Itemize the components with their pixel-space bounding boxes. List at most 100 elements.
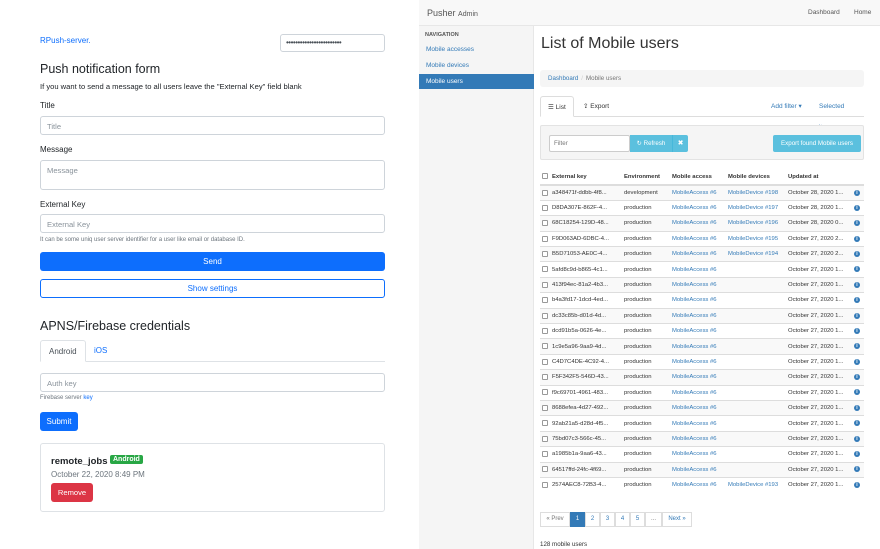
refresh-button[interactable]: ↻ Refresh bbox=[630, 135, 672, 152]
info-icon[interactable]: i bbox=[854, 404, 860, 411]
info-icon[interactable]: i bbox=[854, 235, 860, 242]
info-icon[interactable]: i bbox=[854, 281, 860, 288]
table-row[interactable]: F5F342F5-546D-43... production MobileAcces… bbox=[540, 369, 864, 386]
mobile-access-link[interactable]: MobileAccess #6 bbox=[670, 323, 726, 339]
info-icon[interactable]: i bbox=[854, 220, 860, 227]
nav-dashboard[interactable]: Dashboard bbox=[808, 9, 840, 16]
row-checkbox[interactable] bbox=[542, 343, 548, 350]
auth-key-input[interactable]: Auth key bbox=[40, 373, 385, 392]
table-row[interactable]: 64517ffd-24fc-4f69... production MobileAcc… bbox=[540, 461, 864, 478]
row-checkbox[interactable] bbox=[542, 451, 548, 458]
table-row[interactable]: a1985b1a-9aa6-43... production MobileAcces… bbox=[540, 446, 864, 463]
next-page-button[interactable]: Next » bbox=[662, 512, 692, 527]
page-1[interactable]: 1 bbox=[570, 512, 585, 527]
table-row[interactable]: D8DA307E-862F-4... production MobileAccess… bbox=[540, 199, 864, 216]
info-icon[interactable]: i bbox=[854, 435, 860, 442]
info-icon[interactable]: i bbox=[854, 189, 860, 196]
mobile-access-link[interactable]: MobileAccess #6 bbox=[670, 446, 726, 463]
col-environment[interactable]: Environment bbox=[622, 169, 670, 186]
mobile-access-link[interactable]: MobileAccess #6 bbox=[670, 199, 726, 216]
page-4[interactable]: 4 bbox=[615, 512, 630, 527]
mobile-access-link[interactable]: MobileAccess #6 bbox=[670, 246, 726, 262]
table-row[interactable]: dc33c85b-d01d-4d... production MobileAcces… bbox=[540, 307, 864, 324]
col-mobile-access[interactable]: Mobile access bbox=[670, 169, 726, 186]
row-checkbox[interactable] bbox=[542, 420, 548, 427]
row-checkbox[interactable] bbox=[542, 235, 548, 242]
info-icon[interactable]: i bbox=[854, 312, 860, 319]
external-key-input[interactable]: External Key bbox=[40, 214, 385, 233]
mobile-device-link[interactable]: MobileDevice #197 bbox=[726, 199, 786, 216]
table-row[interactable]: 413f94ec-81a2-4b3... production MobileAcce… bbox=[540, 276, 864, 293]
row-checkbox[interactable] bbox=[542, 281, 548, 288]
row-checkbox[interactable] bbox=[542, 327, 548, 334]
clear-filter-button[interactable]: ✖ bbox=[672, 135, 688, 152]
col-external-key[interactable]: External key bbox=[550, 169, 622, 186]
title-input[interactable]: Title bbox=[40, 116, 385, 135]
table-row[interactable]: 5afd8c9d-b865-4c1... production MobileAcce… bbox=[540, 261, 864, 278]
table-row[interactable]: 92ab21a5-d28d-4f5... production MobileAcce… bbox=[540, 415, 864, 432]
mobile-access-link[interactable]: MobileAccess #6 bbox=[670, 399, 726, 416]
table-row[interactable]: a348471f-ddbb-4f8... development MobileAcc… bbox=[540, 184, 864, 201]
table-row[interactable]: b4a3fd17-1dcd-4ed... production MobileAcce… bbox=[540, 292, 864, 309]
mobile-device-link[interactable]: MobileDevice #193 bbox=[726, 476, 786, 493]
mobile-access-link[interactable]: MobileAccess #6 bbox=[670, 415, 726, 432]
col-updated-at[interactable]: Updated at bbox=[786, 169, 852, 186]
mobile-device-link[interactable]: MobileDevice #198 bbox=[726, 184, 786, 201]
row-checkbox[interactable] bbox=[542, 250, 548, 257]
mobile-access-link[interactable]: MobileAccess #6 bbox=[670, 353, 726, 370]
mobile-device-link[interactable]: MobileDevice #195 bbox=[726, 230, 786, 247]
table-row[interactable]: C4D7C4DE-4C92-4... production MobileAccess… bbox=[540, 353, 864, 370]
row-checkbox[interactable] bbox=[542, 358, 548, 365]
row-checkbox[interactable] bbox=[542, 404, 548, 411]
prev-page-button[interactable]: « Prev bbox=[540, 512, 570, 527]
info-icon[interactable]: i bbox=[854, 374, 860, 381]
info-icon[interactable]: i bbox=[854, 451, 860, 458]
mobile-access-link[interactable]: MobileAccess #6 bbox=[670, 215, 726, 232]
breadcrumb-dashboard[interactable]: Dashboard bbox=[548, 75, 578, 82]
table-row[interactable]: 1c9e5a96-9aa9-4d... production MobileAcces… bbox=[540, 338, 864, 355]
table-row[interactable]: dcd91b5a-0626-4e... production MobileAcces… bbox=[540, 323, 864, 339]
mobile-access-link[interactable]: MobileAccess #6 bbox=[670, 384, 726, 401]
table-row[interactable]: 75bd07c3-566c-45... production MobileAcces… bbox=[540, 430, 864, 447]
send-button[interactable]: Send bbox=[40, 252, 385, 271]
select-all-checkbox[interactable] bbox=[542, 173, 548, 180]
mobile-device-link[interactable]: MobileDevice #196 bbox=[726, 215, 786, 232]
table-row[interactable]: 2574AEC8-72B3-4... production MobileAccess… bbox=[540, 476, 864, 493]
add-filter-dropdown[interactable]: Add filter ▾ bbox=[764, 96, 809, 117]
mobile-access-link[interactable]: MobileAccess #6 bbox=[670, 261, 726, 278]
mobile-device-link[interactable]: MobileDevice #194 bbox=[726, 246, 786, 262]
mobile-access-link[interactable]: MobileAccess #6 bbox=[670, 292, 726, 309]
table-row[interactable]: 8688efea-4d27-492... production MobileAcce… bbox=[540, 399, 864, 416]
tab-list[interactable]: ☰ List bbox=[540, 96, 574, 117]
row-checkbox[interactable] bbox=[542, 435, 548, 442]
tab-export[interactable]: ⇪ Export bbox=[576, 96, 616, 117]
password-field[interactable]: •••••••••••••••••••••••• bbox=[280, 34, 385, 52]
nav-home[interactable]: Home bbox=[854, 9, 871, 16]
sidebar-item-mobile-accesses[interactable]: Mobile accesses bbox=[419, 42, 534, 57]
info-icon[interactable]: i bbox=[854, 466, 860, 473]
info-icon[interactable]: i bbox=[854, 266, 860, 273]
info-icon[interactable]: i bbox=[854, 358, 860, 365]
message-textarea[interactable]: Message bbox=[40, 160, 385, 190]
mobile-access-link[interactable]: MobileAccess #6 bbox=[670, 461, 726, 478]
page-5[interactable]: 5 bbox=[630, 512, 645, 527]
page-2[interactable]: 2 bbox=[585, 512, 600, 527]
row-checkbox[interactable] bbox=[542, 189, 548, 196]
server-link[interactable]: RPush-server. bbox=[40, 36, 91, 45]
mobile-access-link[interactable]: MobileAccess #6 bbox=[670, 230, 726, 247]
row-checkbox[interactable] bbox=[542, 204, 548, 211]
table-row[interactable]: F9D063AD-6DBC-4... production MobileAccess… bbox=[540, 230, 864, 247]
tab-android[interactable]: Android bbox=[40, 340, 86, 362]
show-settings-button[interactable]: Show settings bbox=[40, 279, 385, 298]
mobile-access-link[interactable]: MobileAccess #6 bbox=[670, 338, 726, 355]
tab-ios[interactable]: iOS bbox=[86, 340, 115, 362]
mobile-access-link[interactable]: MobileAccess #6 bbox=[670, 276, 726, 293]
page-3[interactable]: 3 bbox=[600, 512, 615, 527]
mobile-access-link[interactable]: MobileAccess #6 bbox=[670, 369, 726, 386]
sidebar-item-mobile-users[interactable]: Mobile users bbox=[419, 74, 534, 89]
brand[interactable]: Pusher Admin bbox=[427, 8, 478, 18]
info-icon[interactable]: i bbox=[854, 250, 860, 257]
info-icon[interactable]: i bbox=[854, 389, 860, 396]
mobile-access-link[interactable]: MobileAccess #6 bbox=[670, 476, 726, 493]
sidebar-item-mobile-devices[interactable]: Mobile devices bbox=[419, 58, 534, 73]
